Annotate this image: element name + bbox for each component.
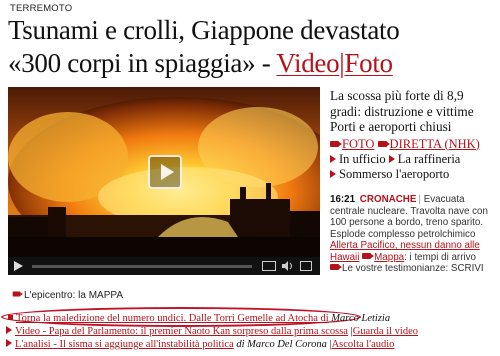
raffineria-link[interactable]: La raffineria bbox=[398, 152, 461, 166]
guarda-video-link[interactable]: Guarda il video bbox=[353, 326, 418, 337]
related-row-2: In ufficio La raffineria bbox=[330, 152, 496, 167]
foto-link[interactable]: FOTO bbox=[342, 137, 374, 151]
live-entry: 16:21 CRONACHE | Evacuata centrale nuclea… bbox=[330, 194, 496, 240]
testimonials-row: Le vostre testimonianze: SCRIVI bbox=[330, 263, 496, 275]
photo-link[interactable]: Foto bbox=[344, 48, 393, 78]
camera-icon bbox=[330, 140, 342, 147]
section-kicker: TERREMOTO bbox=[10, 3, 73, 14]
kan-video-link[interactable]: Video - Papa del Parlamento: il premier … bbox=[15, 326, 348, 337]
author-del-corona[interactable]: Marco Del Corona bbox=[247, 339, 327, 350]
bottom-link-row-2: Video - Papa del Parlamento: il premier … bbox=[6, 325, 496, 338]
headline-quote[interactable]: «300 corpi in spiaggia» - bbox=[8, 48, 271, 78]
video-link[interactable]: Video bbox=[276, 48, 339, 78]
play-pause-icon[interactable] bbox=[14, 261, 23, 271]
video-controls bbox=[8, 257, 320, 275]
diretta-link[interactable]: DIRETTA (NHK) bbox=[390, 137, 480, 151]
audio-icon bbox=[6, 339, 12, 347]
video-icon bbox=[6, 326, 12, 334]
aeroporto-link[interactable]: Sommerso l'aeroporto bbox=[339, 167, 449, 181]
epicenter-caption[interactable]: L'epicentro: la MAPPA bbox=[12, 290, 123, 301]
ascolta-audio-link[interactable]: Ascolta l'audio bbox=[332, 339, 395, 350]
story-sidebar: La scossa più forte di 8,9 gradi: distru… bbox=[330, 88, 496, 182]
bullet-icon bbox=[8, 315, 13, 320]
headline-line-1[interactable]: Tsunami e crolli, Giappone devastato bbox=[8, 14, 496, 47]
author-letizia[interactable]: Marco Letizia bbox=[331, 313, 390, 324]
ufficio-link[interactable]: In ufficio bbox=[339, 152, 386, 166]
camera-icon bbox=[377, 140, 390, 147]
live-alert: Allerta Pacifico, nessun danno alle Hawa… bbox=[330, 240, 496, 263]
map-text: : i tempi di arrivo bbox=[404, 251, 476, 263]
captions-icon[interactable] bbox=[262, 261, 276, 271]
live-update: 16:21 CRONACHE | Evacuata centrale nuclea… bbox=[330, 194, 496, 275]
camera-icon bbox=[362, 252, 375, 259]
volume-icon[interactable] bbox=[282, 261, 294, 271]
play-icon[interactable] bbox=[148, 155, 182, 189]
video-icon bbox=[388, 154, 395, 163]
fullscreen-icon[interactable] bbox=[300, 261, 312, 271]
bottom-links: Torna la maledizione del numero undici. … bbox=[6, 312, 496, 351]
bottom-link-row-1: Torna la maledizione del numero undici. … bbox=[6, 312, 496, 325]
video-player[interactable] bbox=[8, 87, 320, 275]
map-link[interactable]: Mappa bbox=[374, 252, 404, 263]
camera-icon bbox=[330, 264, 342, 270]
related-links: FOTO DIRETTA (NHK) In ufficio La raffine… bbox=[330, 137, 496, 182]
related-row-1: FOTO DIRETTA (NHK) bbox=[330, 137, 496, 152]
story-summary: La scossa più forte di 8,9 gradi: distru… bbox=[330, 88, 474, 134]
progress-track[interactable] bbox=[32, 265, 252, 268]
video-icon bbox=[330, 154, 336, 163]
video-icon bbox=[330, 169, 336, 178]
epicenter-link[interactable]: L'epicentro: la MAPPA bbox=[24, 290, 123, 301]
bottom-link-row-3: L'analisi - Il sisma si aggiunge all'ins… bbox=[6, 338, 496, 351]
live-tag[interactable]: CRONACHE bbox=[360, 194, 417, 205]
live-time: 16:21 bbox=[330, 194, 356, 205]
author-prefix: di bbox=[236, 339, 245, 350]
related-row-3: Sommerso l'aeroporto bbox=[330, 167, 496, 182]
camera-icon bbox=[12, 291, 23, 297]
headline[interactable]: Tsunami e crolli, Giappone devastato «30… bbox=[8, 14, 496, 80]
testimonials-link[interactable]: Le vostre testimonianze: SCRIVI bbox=[342, 263, 484, 274]
live-divider: | bbox=[418, 194, 421, 205]
analisi-link[interactable]: L'analisi - Il sisma si aggiunge all'ins… bbox=[15, 339, 234, 350]
headline-line-2: «300 corpi in spiaggia» - Video|Foto bbox=[8, 47, 496, 80]
undici-link[interactable]: Torna la maledizione del numero undici. … bbox=[16, 313, 329, 324]
